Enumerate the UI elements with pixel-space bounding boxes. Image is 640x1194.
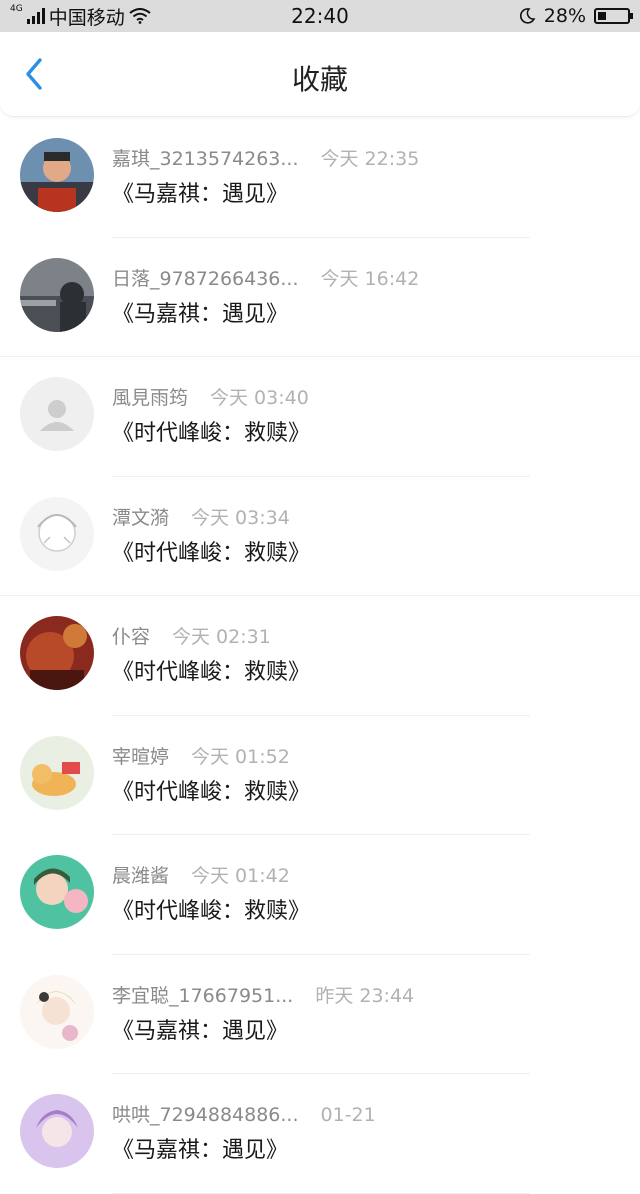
list-item[interactable]: 風見雨筠 今天 03:40 《时代峰峻：救赎》 — [0, 357, 640, 477]
list-item[interactable]: 仆容 今天 02:31 《时代峰峻：救赎》 — [0, 596, 640, 716]
timestamp: 今天 01:52 — [191, 745, 290, 768]
avatar[interactable] — [20, 616, 94, 690]
avatar[interactable] — [20, 1094, 94, 1168]
status-bar: 4G 中国移动 22:40 28% — [0, 0, 640, 32]
item-meta: 仆容 今天 02:31 — [112, 622, 271, 649]
list-item[interactable]: 嘉琪_3213574263... 今天 22:35 《马嘉祺：遇见》 — [0, 118, 640, 238]
timestamp: 今天 03:34 — [191, 506, 290, 529]
favorites-list: 嘉琪_3213574263... 今天 22:35 《马嘉祺：遇见》 日落_978… — [0, 118, 640, 1194]
moon-icon — [519, 8, 536, 24]
avatar[interactable] — [20, 257, 94, 332]
user-name: 仆容 — [112, 626, 151, 648]
status-right: 28% — [518, 4, 633, 28]
list-item[interactable]: 哄哄_7294884886... 01-21 《马嘉祺：遇见》 — [0, 1074, 640, 1194]
list-item[interactable]: 宰暄婷 今天 01:52 《时代峰峻：救赎》 — [0, 716, 640, 835]
timestamp: 今天 16:42 — [320, 267, 420, 290]
list-item[interactable]: 潭文漪 今天 03:34 《时代峰峻：救赎》 — [0, 477, 640, 596]
user-name: 晨潍酱 — [112, 865, 170, 887]
favorite-title: 《时代峰峻：救赎》 — [112, 779, 311, 805]
timestamp: 今天 01:42 — [191, 865, 290, 887]
list-item[interactable]: 晨潍酱 今天 01:42 《时代峰峻：救赎》 — [0, 835, 640, 955]
avatar[interactable] — [20, 496, 94, 571]
nav-header: 收藏 — [0, 32, 640, 117]
timestamp: 昨天 23:44 — [315, 984, 415, 1007]
item-meta: 潭文漪 今天 03:34 — [112, 503, 290, 530]
user-name: 宰暄婷 — [112, 745, 170, 768]
item-meta: 日落_9787266436... 今天 16:42 — [112, 264, 419, 291]
user-name: 哄哄_7294884886... — [112, 1104, 299, 1126]
item-meta: 嘉琪_3213574263... 今天 22:35 — [112, 144, 419, 171]
item-meta: 李宜聪_17667951... 昨天 23:44 — [112, 981, 414, 1008]
item-meta: 風見雨筠 今天 03:40 — [112, 383, 309, 410]
avatar[interactable] — [20, 735, 94, 810]
favorite-title: 《时代峰峻：救赎》 — [112, 660, 311, 685]
battery-percent: 28% — [543, 5, 586, 27]
timestamp: 今天 02:31 — [172, 626, 271, 648]
avatar[interactable] — [20, 974, 94, 1049]
default-avatar[interactable] — [20, 377, 94, 451]
user-name: 嘉琪_3213574263... — [112, 148, 299, 170]
favorite-title: 《马嘉祺：遇见》 — [112, 301, 289, 327]
battery-icon — [594, 8, 633, 24]
avatar[interactable] — [20, 138, 94, 212]
favorite-title: 《马嘉祺：遇见》 — [112, 1018, 289, 1044]
page-title: 收藏 — [291, 63, 348, 96]
favorite-title: 《马嘉祺：遇见》 — [112, 182, 289, 207]
divider — [112, 1192, 530, 1194]
favorite-title: 《时代峰峻：救赎》 — [112, 540, 311, 566]
list-item[interactable]: 李宜聪_17667951... 昨天 23:44 《马嘉祺：遇见》 — [0, 955, 640, 1074]
favorite-title: 《时代峰峻：救赎》 — [112, 899, 311, 924]
timestamp: 01-21 — [320, 1104, 376, 1126]
item-meta: 晨潍酱 今天 01:42 — [112, 861, 290, 888]
avatar[interactable] — [20, 855, 94, 929]
timestamp: 今天 22:35 — [320, 148, 420, 170]
user-name: 李宜聪_17667951... — [112, 984, 294, 1007]
user-name: 日落_9787266436... — [112, 267, 299, 290]
list-item[interactable]: 日落_9787266436... 今天 16:42 《马嘉祺：遇见》 — [0, 238, 640, 357]
favorite-title: 《时代峰峻：救赎》 — [112, 421, 311, 446]
item-meta: 哄哄_7294884886... 01-21 — [112, 1100, 376, 1127]
timestamp: 今天 03:40 — [210, 387, 309, 409]
favorite-title: 《马嘉祺：遇见》 — [112, 1138, 289, 1163]
user-name: 風見雨筠 — [112, 387, 189, 409]
item-meta: 宰暄婷 今天 01:52 — [112, 742, 290, 769]
user-name: 潭文漪 — [112, 506, 170, 529]
